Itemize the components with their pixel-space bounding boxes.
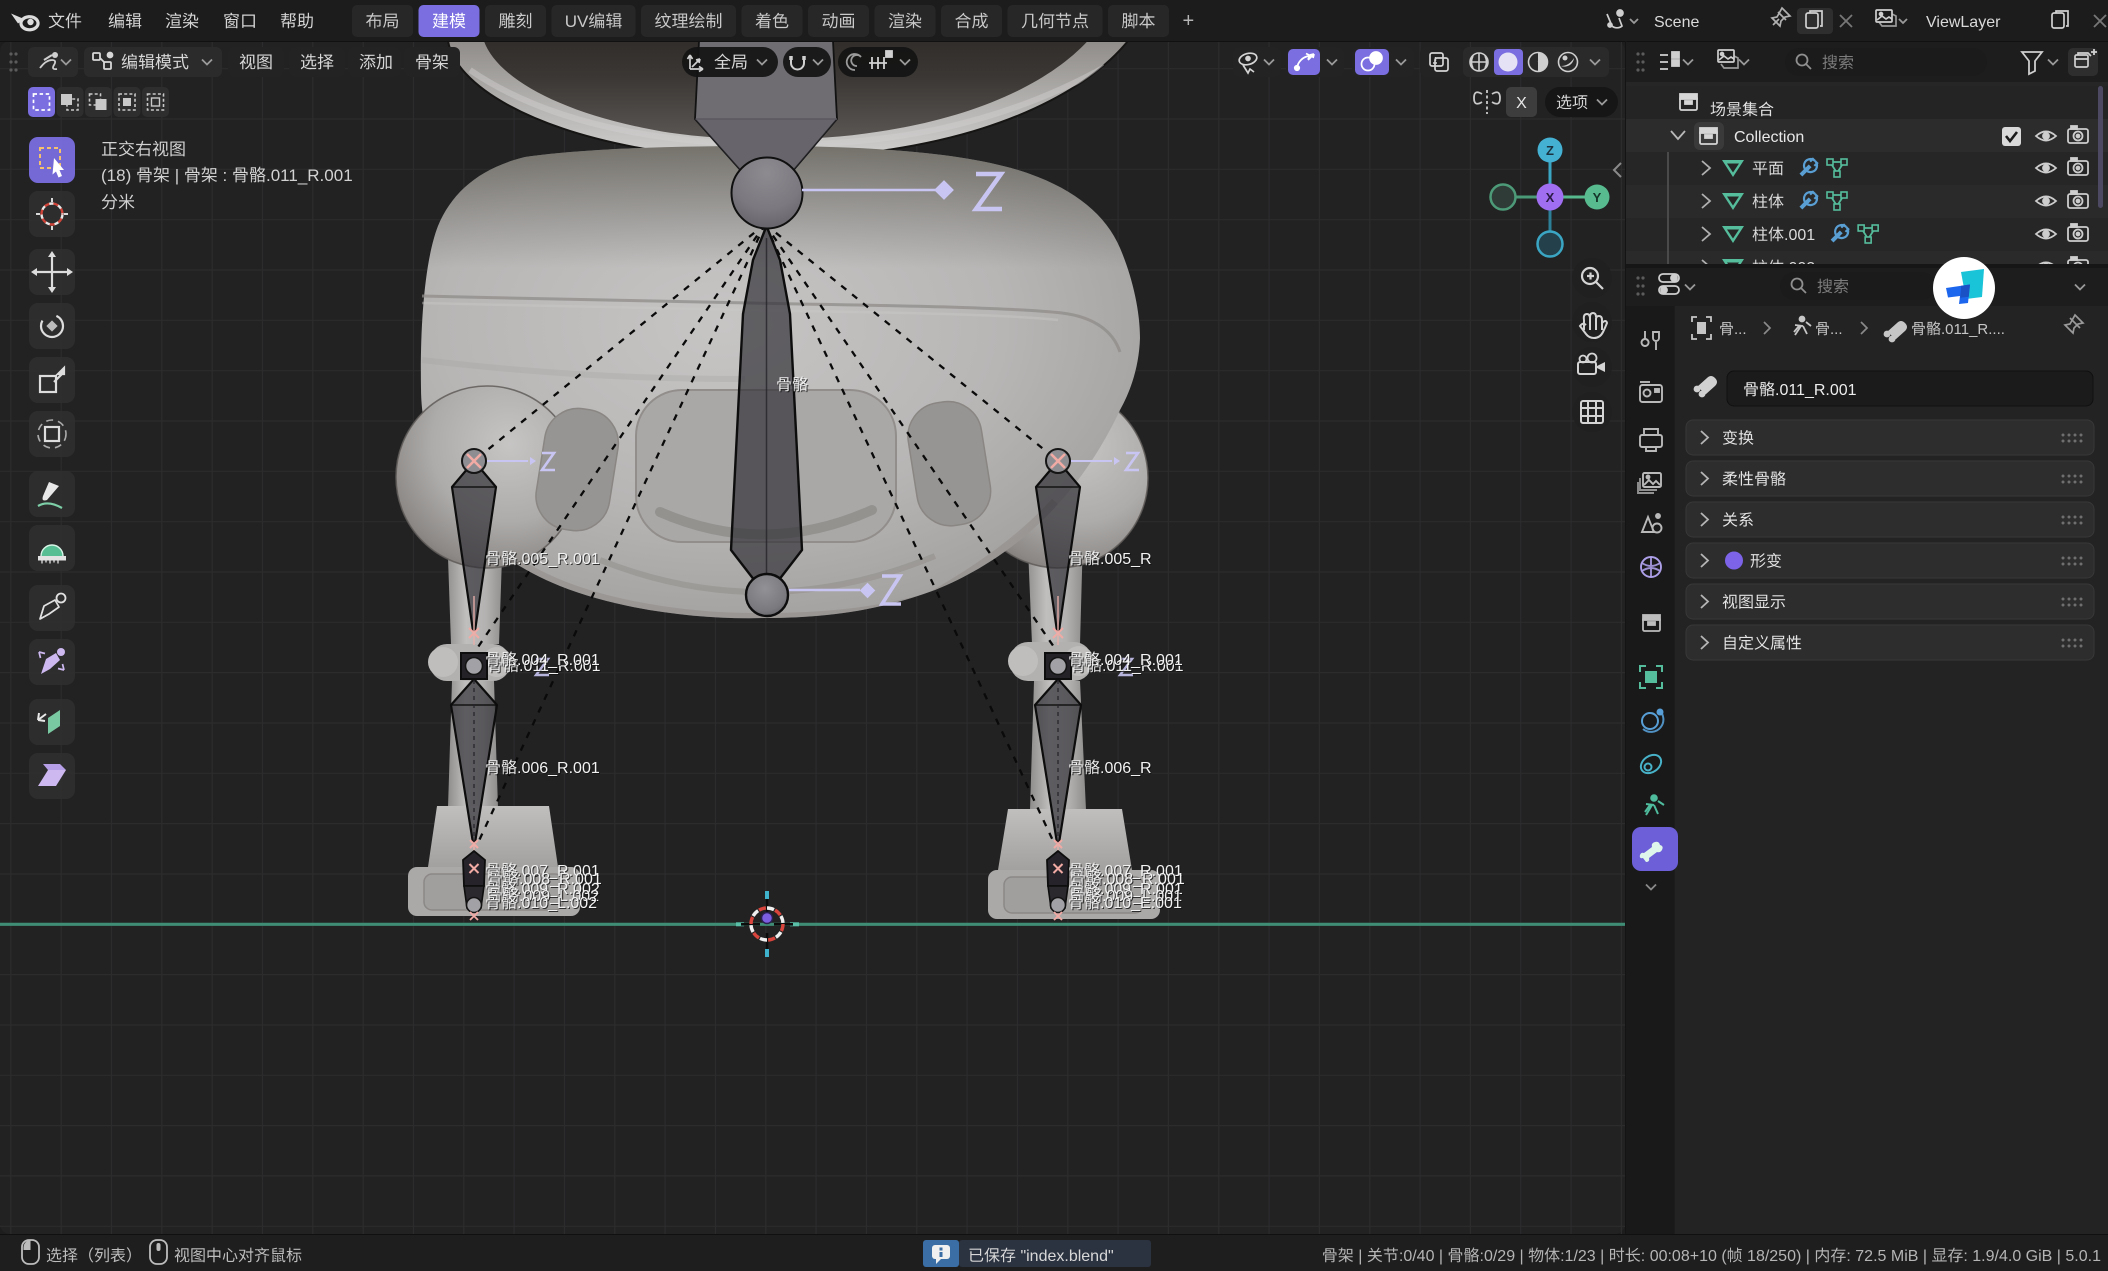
svg-text:: 72.5 MiB |: : 72.5 MiB | [1846, 1248, 1931, 1265]
svg-text:.006_R.001: .006_R.001 [517, 760, 600, 777]
svg-text:.011_R....: .011_R.... [1941, 321, 2005, 338]
svg-text:X: X [1516, 95, 1527, 112]
svg-text:: 1.9/4.0 GiB | 5.0.1: : 1.9/4.0 GiB | 5.0.1 [1963, 1248, 2101, 1265]
svg-text::0/29 |: :0/29 | [1480, 1248, 1529, 1265]
svg-text:.010_L.002: .010_L.002 [517, 895, 597, 912]
svg-text:Z: Z [1546, 143, 1554, 158]
svg-text:: 00:08+10 (: : 00:08+10 ( [1641, 1248, 1728, 1265]
svg-text:18/250) |: 18/250) | [1743, 1248, 1815, 1265]
svg-text:.011_R.001: .011_R.001 [1775, 382, 1857, 399]
svg-text:UV: UV [565, 12, 589, 31]
svg-text:.005_R.001: .005_R.001 [517, 551, 600, 568]
svg-text::1/23 |: :1/23 | [1560, 1248, 1609, 1265]
svg-text:.006_R: .006_R [1100, 760, 1152, 777]
svg-text::: : [218, 166, 232, 185]
svg-text:+: + [1183, 10, 1195, 32]
svg-text:"index.blend": "index.blend" [1016, 1248, 1114, 1265]
svg-text:.001: .001 [1784, 227, 1815, 244]
svg-text:ViewLayer: ViewLayer [1926, 14, 2001, 31]
svg-text::0/40 |: :0/40 | [1399, 1248, 1448, 1265]
svg-text:.004_R.001: .004_R.001 [517, 652, 600, 669]
svg-text:|: | [1354, 1248, 1367, 1265]
svg-text:(18): (18) [101, 166, 136, 185]
svg-text:.004_R.001: .004_R.001 [1100, 652, 1183, 669]
svg-text:|: | [170, 166, 184, 185]
svg-text:.011_R.001: .011_R.001 [266, 166, 353, 185]
svg-text:Y: Y [1593, 190, 1602, 205]
svg-text:...: ... [1734, 321, 1747, 338]
svg-text:.005_R: .005_R [1100, 551, 1152, 568]
svg-text:Collection: Collection [1734, 129, 1804, 146]
svg-text:Scene: Scene [1654, 14, 1699, 31]
svg-text:X: X [1546, 190, 1555, 205]
svg-text:...: ... [1830, 321, 1843, 338]
svg-text:.010_E.001: .010_E.001 [1100, 895, 1182, 912]
